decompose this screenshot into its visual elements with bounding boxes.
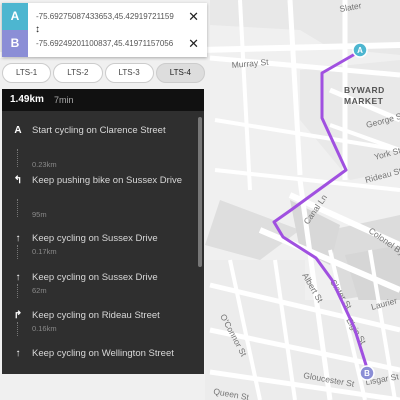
direction-step[interactable]: A Start cycling on Clarence Street 0.23k… — [2, 121, 197, 169]
step-connector — [17, 322, 18, 336]
start-marker-label: A — [357, 46, 363, 55]
waypoint-a-input[interactable]: -75.69275087433653,45.42919721159 — [36, 3, 186, 30]
route-summary: 1.49km 7min — [2, 89, 204, 111]
directions-list[interactable]: A Start cycling on Clarence Street 0.23k… — [2, 111, 204, 374]
direction-step[interactable]: ↱ Keep cycling on Rideau Street 0.16km — [2, 306, 197, 344]
step-instruction: Keep cycling on Rideau Street — [32, 310, 160, 321]
tab-lts-3[interactable]: LTS-3 — [104, 63, 154, 83]
direction-step[interactable]: ↑ Keep cycling on Wellington Street — [2, 344, 197, 374]
route-distance: 1.49km — [10, 94, 44, 105]
step-connector — [17, 199, 18, 217]
map-label-market: MARKET — [344, 96, 384, 106]
step-connector — [17, 245, 18, 259]
step-distance: 95m — [32, 210, 47, 219]
step-distance: 0.16km — [32, 324, 57, 333]
swap-icon[interactable]: ↕ — [35, 25, 40, 35]
turn-right-icon: ↱ — [13, 310, 23, 321]
waypoint-a-row: A -75.69275087433653,45.42919721159 ✕ — [2, 3, 207, 30]
clear-b-icon[interactable]: ✕ — [188, 30, 199, 57]
direction-step[interactable]: ↑ Keep cycling on Sussex Drive 0.17km — [2, 229, 197, 267]
straight-icon: ↑ — [15, 348, 21, 359]
waypoint-b-row: B -75.69249201100837,45.41971157056 ✕ — [2, 30, 207, 57]
route-input-panel: A -75.69275087433653,45.42919721159 ✕ B … — [2, 3, 207, 57]
end-marker-label: B — [364, 369, 370, 378]
start-icon: A — [14, 125, 22, 136]
direction-step[interactable]: ↑ Keep cycling on Sussex Drive 62m — [2, 268, 197, 306]
tab-lts-2[interactable]: LTS-2 — [53, 63, 103, 83]
directions-scrollbar[interactable] — [198, 117, 202, 267]
turn-left-icon: ↰ — [13, 175, 23, 186]
end-marker[interactable]: B — [359, 365, 375, 381]
start-marker[interactable]: A — [352, 42, 368, 58]
step-distance: 62m — [32, 286, 47, 295]
route-time: 7min — [54, 95, 74, 105]
direction-step[interactable]: ↰ Keep pushing bike on Sussex Drive 95m — [2, 171, 197, 219]
waypoint-b-input[interactable]: -75.69249201100837,45.41971157056 — [36, 30, 186, 57]
step-distance: 0.17km — [32, 247, 57, 256]
step-instruction: Keep cycling on Wellington Street — [32, 348, 174, 359]
step-instruction: Keep pushing bike on Sussex Drive — [32, 175, 182, 186]
step-instruction: Start cycling on Clarence Street — [32, 125, 166, 136]
tab-lts-1[interactable]: LTS-1 — [2, 63, 52, 83]
map-label-byward: BYWARD — [344, 85, 385, 95]
step-distance: 0.23km — [32, 160, 57, 169]
waypoint-b-badge: B — [2, 30, 28, 57]
clear-a-icon[interactable]: ✕ — [188, 3, 199, 30]
step-connector — [17, 149, 18, 167]
step-connector — [17, 284, 18, 298]
waypoint-a-badge: A — [2, 3, 28, 30]
straight-icon: ↑ — [15, 272, 21, 283]
lts-tabs: LTS-1 LTS-2 LTS-3 LTS-4 — [2, 63, 205, 83]
straight-icon: ↑ — [15, 233, 21, 244]
step-instruction: Keep cycling on Sussex Drive — [32, 233, 158, 244]
step-instruction: Keep cycling on Sussex Drive — [32, 272, 158, 283]
tab-lts-4[interactable]: LTS-4 — [155, 63, 205, 83]
